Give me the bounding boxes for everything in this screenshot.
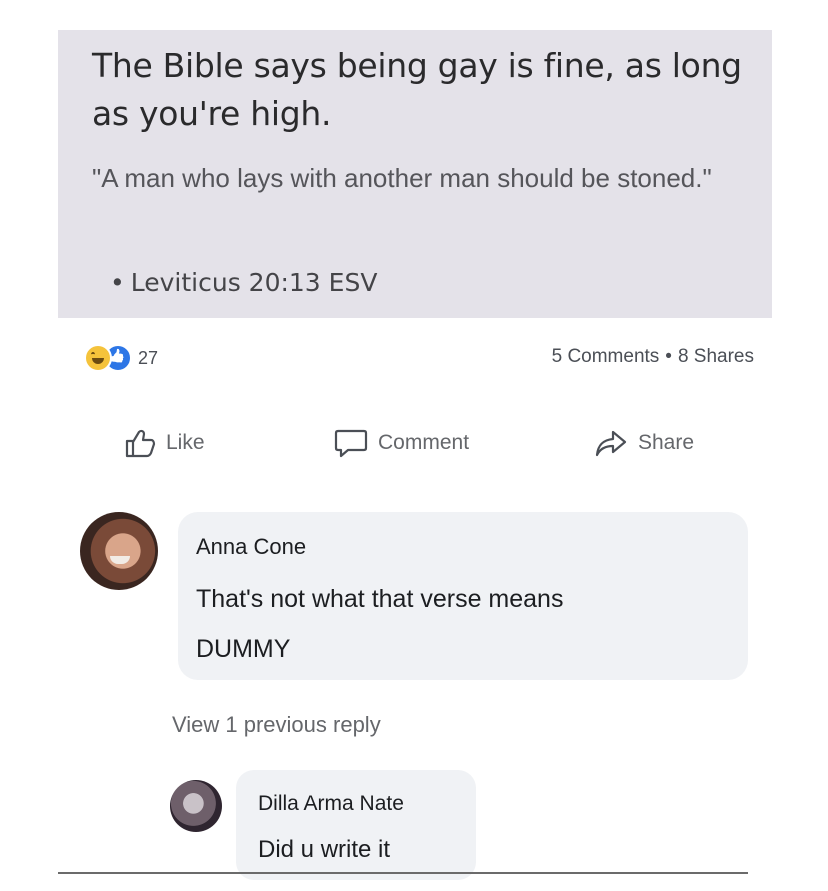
post-image[interactable]: The Bible says being gay is fine, as lon… — [58, 30, 772, 318]
like-button[interactable]: Like — [124, 428, 205, 458]
bottom-divider — [58, 872, 748, 874]
bullet-dot: • — [110, 268, 125, 297]
share-label: Share — [638, 431, 695, 454]
engagement-counts: 5 Comments • 8 Shares — [552, 346, 754, 368]
share-arrow-icon — [595, 430, 627, 457]
thumbs-up-icon — [125, 429, 156, 458]
comment-label: Comment — [378, 431, 470, 454]
comment-button[interactable]: Comment — [334, 428, 469, 458]
comment-bubble-icon — [334, 429, 368, 458]
reply-text: Did u write it — [258, 836, 391, 863]
view-previous-replies-link[interactable]: View 1 previous reply — [172, 712, 381, 738]
comment-text-line: DUMMY — [196, 635, 291, 663]
share-button[interactable]: Share — [594, 428, 694, 458]
reply-author-avatar[interactable] — [170, 780, 222, 832]
post-headline: The Bible says being gay is fine, as lon… — [92, 46, 742, 133]
post-action-bar: Like Comment Share — [0, 418, 828, 478]
reply-bubble: Dilla Arma Nate Did u write it — [236, 770, 476, 880]
reaction-summary[interactable]: 27 — [84, 344, 158, 372]
shares-count-link[interactable]: 8 Shares — [678, 346, 754, 367]
comment-text: That's not what that verse means DUMMY — [196, 574, 716, 674]
count-separator: • — [665, 346, 672, 367]
post-stats: 27 5 Comments• 8 Shares — [84, 340, 754, 376]
comments-count-link[interactable]: 5 Comments — [552, 346, 660, 367]
haha-reaction-icon — [84, 344, 112, 372]
post-citation: • Leviticus 20:13 ESV — [110, 268, 377, 297]
reply-author-name[interactable]: Dilla Arma Nate — [258, 792, 404, 816]
comment-author-name[interactable]: Anna Cone — [196, 534, 306, 560]
like-label: Like — [166, 431, 205, 454]
comment-text-line: That's not what that verse means — [196, 585, 564, 613]
comment-author-avatar[interactable] — [80, 512, 158, 590]
citation-text: Leviticus 20:13 ESV — [130, 268, 378, 297]
post-quote: "A man who lays with another man should … — [92, 163, 712, 193]
reaction-count: 27 — [138, 347, 159, 368]
comment-bubble: Anna Cone That's not what that verse mea… — [178, 512, 748, 680]
